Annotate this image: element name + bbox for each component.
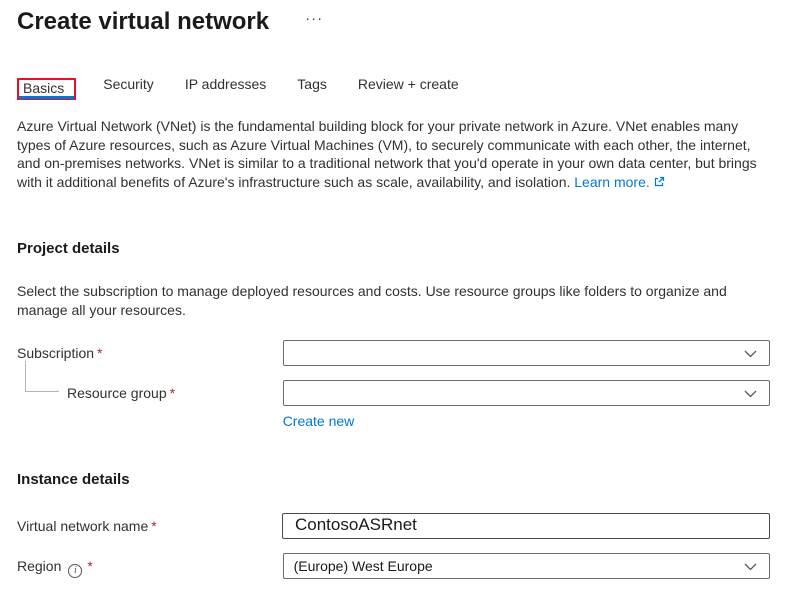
tab-bar: Basics Security IP addresses Tags Review… — [17, 69, 770, 100]
subscription-label-text: Subscription — [17, 345, 94, 361]
learn-more-label: Learn more. — [574, 174, 649, 190]
project-details-form: Subscription* Resource group* Create new — [17, 340, 770, 431]
tab-basics[interactable]: Basics — [19, 75, 74, 99]
vnet-name-label-text: Virtual network name — [17, 518, 148, 534]
required-marker: * — [87, 558, 92, 574]
resource-group-field-row: Resource group* Create new — [17, 380, 770, 431]
info-icon[interactable]: i — [68, 564, 82, 578]
create-new-link[interactable]: Create new — [283, 413, 355, 429]
chevron-down-icon — [744, 558, 757, 574]
chevron-down-icon — [744, 345, 757, 361]
tab-tags[interactable]: Tags — [295, 69, 329, 100]
external-link-icon — [653, 174, 665, 193]
chevron-down-icon — [744, 385, 757, 401]
tab-ip-addresses[interactable]: IP addresses — [183, 69, 268, 100]
resource-group-label-text: Resource group — [67, 385, 167, 401]
resource-group-dropdown[interactable] — [283, 380, 770, 406]
project-details-description: Select the subscription to manage deploy… — [17, 282, 770, 319]
subscription-field-row: Subscription* — [17, 340, 770, 366]
required-marker: * — [97, 345, 102, 361]
region-label-text: Region — [17, 558, 61, 574]
title-row: Create virtual network ··· — [17, 8, 770, 36]
basics-tab-annotation-box: Basics — [17, 78, 76, 100]
instance-details-heading: Instance details — [17, 471, 770, 488]
vnet-name-label: Virtual network name* — [17, 513, 282, 534]
create-virtual-network-blade: Create virtual network ··· Basics Securi… — [0, 0, 786, 579]
required-marker: * — [151, 518, 156, 534]
learn-more-link[interactable]: Learn more. — [574, 174, 664, 190]
region-value: (Europe) West Europe — [294, 558, 433, 574]
region-label: Regioni * — [17, 553, 283, 578]
region-field-row: Regioni * (Europe) West Europe — [17, 553, 770, 579]
instance-details-form: Virtual network name* Regioni* (Europe) … — [17, 513, 770, 579]
project-details-heading: Project details — [17, 240, 770, 257]
subscription-dropdown[interactable] — [283, 340, 770, 366]
page-title: Create virtual network — [17, 8, 269, 36]
vnet-description: Azure Virtual Network (VNet) is the fund… — [17, 117, 770, 192]
vnet-name-input[interactable] — [282, 513, 770, 539]
resource-group-indent-connector — [25, 361, 59, 392]
more-options-button[interactable]: ··· — [301, 9, 327, 28]
region-dropdown[interactable]: (Europe) West Europe — [283, 553, 770, 579]
tab-security[interactable]: Security — [101, 69, 156, 100]
subscription-label: Subscription* — [17, 340, 283, 361]
vnet-name-field-row: Virtual network name* — [17, 513, 770, 539]
tab-review-create[interactable]: Review + create — [356, 69, 461, 100]
required-marker: * — [170, 385, 175, 401]
